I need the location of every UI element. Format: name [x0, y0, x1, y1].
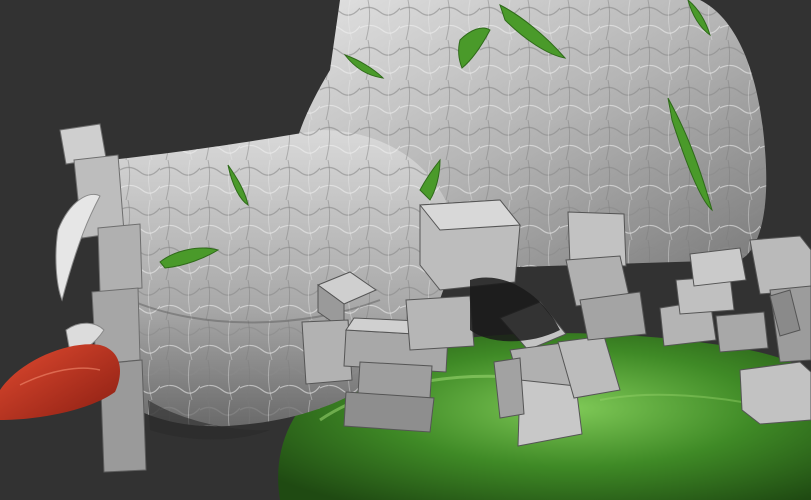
render-canvas: [0, 0, 811, 500]
viewport: [0, 0, 811, 500]
